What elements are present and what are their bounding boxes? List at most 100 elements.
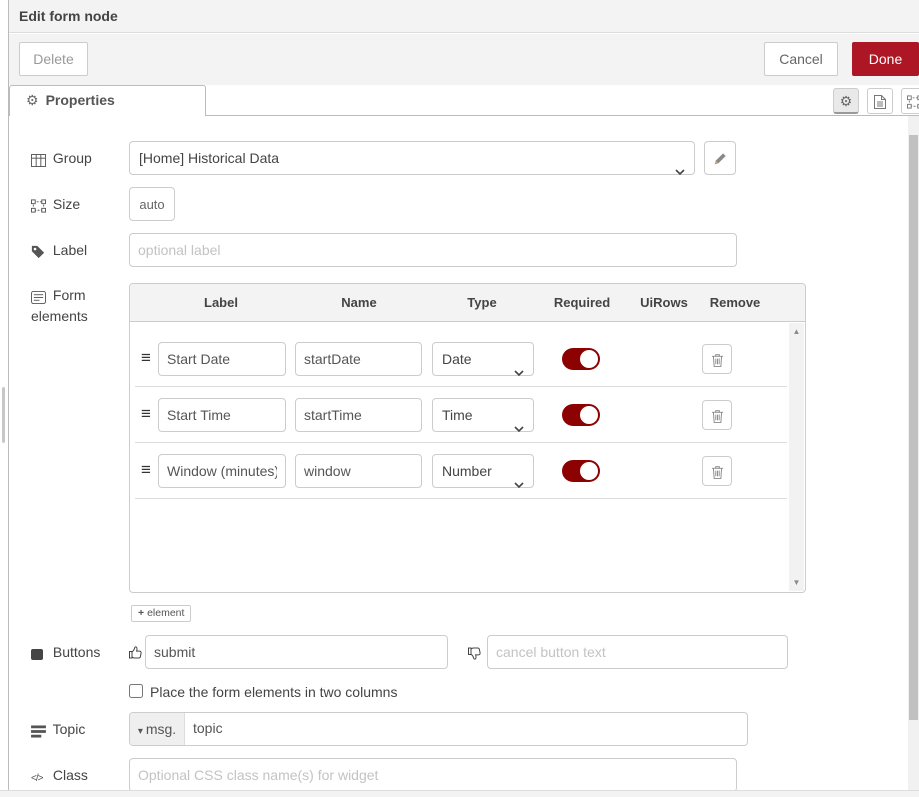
element-name-input[interactable] bbox=[295, 398, 422, 432]
element-type-select[interactable]: Date bbox=[432, 342, 534, 376]
table-row: ≡ Number bbox=[135, 443, 787, 499]
tab-properties-label: Properties bbox=[46, 92, 115, 108]
edit-group-button[interactable] bbox=[704, 141, 736, 175]
form-elements-table-header: Label Name Type Required UiRows Remove bbox=[130, 284, 805, 322]
class-input[interactable] bbox=[129, 758, 737, 792]
toggle-knob bbox=[580, 462, 598, 480]
pencil-icon bbox=[713, 150, 727, 166]
document-icon bbox=[874, 93, 886, 109]
square-icon bbox=[31, 645, 49, 661]
gear-icon: ⚙ bbox=[26, 92, 39, 108]
tray-toolbar: Delete Cancel Done bbox=[9, 34, 919, 85]
tray-resize-handle[interactable] bbox=[2, 387, 5, 443]
tasks-icon bbox=[31, 722, 49, 738]
vertical-scrollbar[interactable] bbox=[908, 116, 919, 790]
delete-button[interactable]: Delete bbox=[19, 42, 88, 76]
chevron-down-icon bbox=[514, 412, 524, 444]
size-auto-button[interactable]: auto bbox=[129, 187, 175, 221]
tab-properties[interactable]: ⚙ Properties bbox=[9, 85, 206, 116]
done-button[interactable]: Done bbox=[852, 42, 919, 76]
tab-bar: ⚙ Properties ⚙ bbox=[9, 85, 919, 116]
tray-left-gutter bbox=[0, 0, 8, 797]
scrollbar-thumb[interactable] bbox=[909, 135, 918, 720]
group-select-value: [Home] Historical Data bbox=[139, 150, 279, 166]
required-toggle[interactable] bbox=[562, 404, 600, 426]
gear-icon: ⚙ bbox=[840, 93, 853, 109]
drag-handle-icon[interactable]: ≡ bbox=[141, 460, 151, 480]
caret-down-icon: ▾ bbox=[138, 726, 143, 737]
trash-icon bbox=[711, 407, 724, 423]
class-field-label: </> Class bbox=[31, 767, 88, 784]
submit-button-text-input[interactable] bbox=[145, 635, 448, 669]
topic-typed-input: ▾msg. topic bbox=[129, 712, 748, 746]
cancel-button[interactable]: Cancel bbox=[764, 42, 838, 76]
dialog-title: Edit form node bbox=[19, 8, 118, 24]
properties-view-button[interactable]: ⚙ bbox=[833, 88, 859, 114]
remove-element-button[interactable] bbox=[702, 400, 732, 430]
tray-header: Edit form node bbox=[9, 0, 919, 33]
remove-element-button[interactable] bbox=[702, 456, 732, 486]
thumbs-down-icon bbox=[467, 645, 483, 661]
element-name-input[interactable] bbox=[295, 454, 422, 488]
form-elements-table-body: ≡ Date ≡ bbox=[130, 323, 805, 592]
table-scrollbar[interactable]: ▲ ▼ bbox=[789, 323, 804, 591]
drag-handle-icon[interactable]: ≡ bbox=[141, 348, 151, 368]
topic-type-select[interactable]: ▾msg. bbox=[130, 713, 185, 745]
element-label-input[interactable] bbox=[158, 342, 286, 376]
chevron-down-icon bbox=[675, 155, 685, 187]
toggle-knob bbox=[580, 406, 598, 424]
object-group-icon bbox=[31, 197, 49, 213]
code-icon: </> bbox=[31, 773, 49, 784]
element-type-select[interactable]: Number bbox=[432, 454, 534, 488]
trash-icon bbox=[711, 351, 724, 367]
column-header-name: Name bbox=[341, 295, 376, 310]
element-label-input[interactable] bbox=[158, 454, 286, 488]
topic-value[interactable]: topic bbox=[193, 720, 223, 736]
trash-icon bbox=[711, 463, 724, 479]
column-header-type: Type bbox=[467, 295, 496, 310]
table-row: ≡ Date bbox=[135, 331, 787, 387]
column-header-uirows: UiRows bbox=[640, 295, 688, 310]
label-field-label: Label bbox=[31, 242, 87, 259]
form-elements-field-label: Form elements bbox=[31, 285, 121, 326]
two-columns-checkbox-label: Place the form elements in two columns bbox=[150, 684, 397, 700]
group-select[interactable]: [Home] Historical Data bbox=[129, 141, 695, 175]
edit-form-node-dialog: Edit form node Delete Cancel Done ⚙ Prope… bbox=[0, 0, 919, 797]
required-toggle[interactable] bbox=[562, 348, 600, 370]
column-header-label: Label bbox=[204, 295, 238, 310]
cancel-button-text-input[interactable] bbox=[487, 635, 788, 669]
edit-tray: Edit form node Delete Cancel Done ⚙ Prope… bbox=[8, 0, 919, 797]
properties-panel: Group [Home] Historical Data Size auto L… bbox=[9, 116, 919, 790]
table-icon bbox=[31, 151, 49, 167]
buttons-field-label: Buttons bbox=[31, 644, 100, 661]
list-alt-icon bbox=[31, 286, 49, 306]
form-elements-table: Label Name Type Required UiRows Remove ≡… bbox=[129, 283, 806, 593]
two-columns-checkbox[interactable] bbox=[129, 684, 143, 698]
appearance-icon bbox=[907, 93, 919, 109]
element-type-select[interactable]: Time bbox=[432, 398, 534, 432]
bottom-edge-strip bbox=[0, 790, 919, 797]
chevron-down-icon bbox=[514, 468, 524, 500]
element-label-input[interactable] bbox=[158, 398, 286, 432]
drag-handle-icon[interactable]: ≡ bbox=[141, 404, 151, 424]
tag-icon bbox=[31, 243, 49, 259]
label-input[interactable] bbox=[129, 233, 737, 267]
size-field-label: Size bbox=[31, 196, 80, 213]
element-name-input[interactable] bbox=[295, 342, 422, 376]
required-toggle[interactable] bbox=[562, 460, 600, 482]
column-header-required: Required bbox=[554, 295, 610, 310]
topic-field-label: Topic bbox=[31, 721, 85, 738]
scroll-down-icon[interactable]: ▼ bbox=[789, 578, 804, 587]
table-row: ≡ Time bbox=[135, 387, 787, 443]
toggle-knob bbox=[580, 350, 598, 368]
thumbs-up-icon bbox=[128, 643, 144, 659]
group-field-label: Group bbox=[31, 150, 92, 167]
remove-element-button[interactable] bbox=[702, 344, 732, 374]
column-header-remove: Remove bbox=[710, 295, 761, 310]
chevron-down-icon bbox=[514, 356, 524, 388]
scroll-up-icon[interactable]: ▲ bbox=[789, 327, 804, 336]
appearance-view-button[interactable] bbox=[901, 88, 919, 114]
description-view-button[interactable] bbox=[867, 88, 893, 114]
topic-type-label: msg. bbox=[146, 721, 176, 737]
add-element-button[interactable]: + element bbox=[131, 605, 191, 622]
